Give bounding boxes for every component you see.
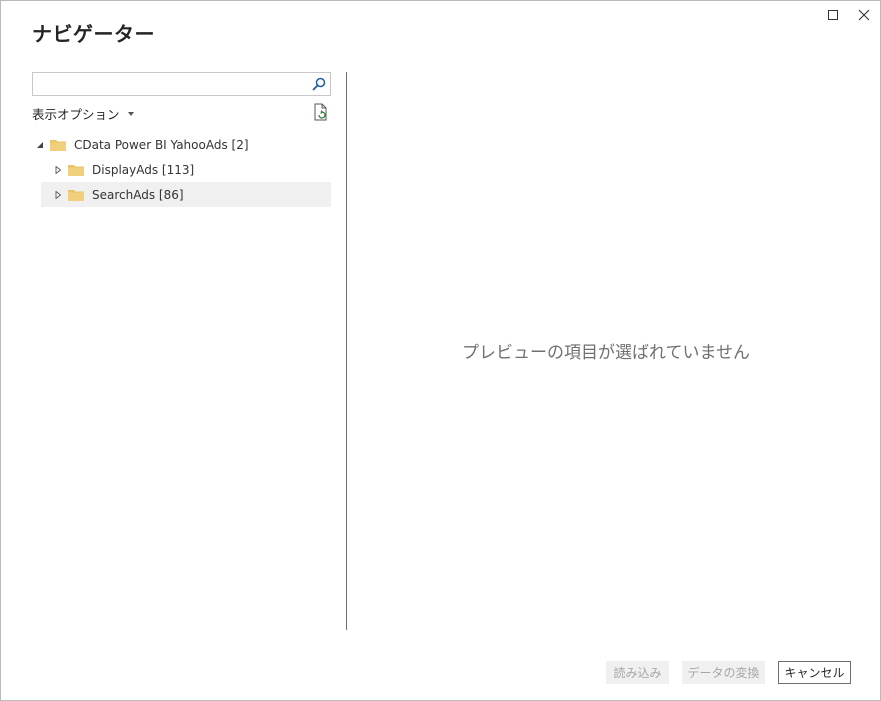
tree-node-label: CData Power BI YahooAds [2]	[74, 137, 249, 152]
folder-icon	[68, 164, 84, 176]
maximize-icon	[827, 9, 838, 20]
folder-icon	[68, 189, 84, 201]
maximize-button[interactable]	[821, 5, 845, 25]
collapsed-arrow-icon[interactable]	[54, 190, 62, 199]
close-button[interactable]	[852, 5, 876, 25]
window-title: ナビゲーター	[32, 22, 155, 46]
load-button[interactable]: 読み込み	[606, 661, 669, 684]
display-options-dropdown[interactable]: 表示オプション	[32, 104, 134, 123]
tree-node-label: SearchAds [86]	[92, 187, 184, 202]
navigator-window: ナビゲーター 表示オプション CData Power BI YahooAds […	[0, 0, 881, 701]
tree-node-label: DisplayAds [113]	[92, 162, 195, 177]
tree-node-displayads[interactable]: DisplayAds [113]	[41, 157, 331, 182]
folder-icon	[50, 139, 66, 151]
close-icon	[858, 9, 870, 21]
cancel-button[interactable]: キャンセル	[778, 661, 851, 684]
transform-data-button[interactable]: データの変換	[682, 661, 765, 684]
tree-node-root[interactable]: CData Power BI YahooAds [2]	[32, 132, 331, 157]
tree-node-searchads[interactable]: SearchAds [86]	[41, 182, 331, 207]
display-options-label: 表示オプション	[32, 107, 120, 122]
search-input[interactable]	[33, 73, 315, 95]
chevron-down-icon	[127, 112, 134, 116]
search-icon[interactable]	[311, 76, 327, 92]
navigator-tree: CData Power BI YahooAds [2] DisplayAds […	[32, 132, 331, 207]
expanded-arrow-icon[interactable]	[36, 141, 44, 149]
preview-empty-message: プレビューの項目が選ばれていません	[462, 343, 750, 363]
collapsed-arrow-icon[interactable]	[54, 165, 62, 174]
search-box[interactable]	[32, 72, 331, 96]
refresh-icon[interactable]	[313, 103, 329, 121]
